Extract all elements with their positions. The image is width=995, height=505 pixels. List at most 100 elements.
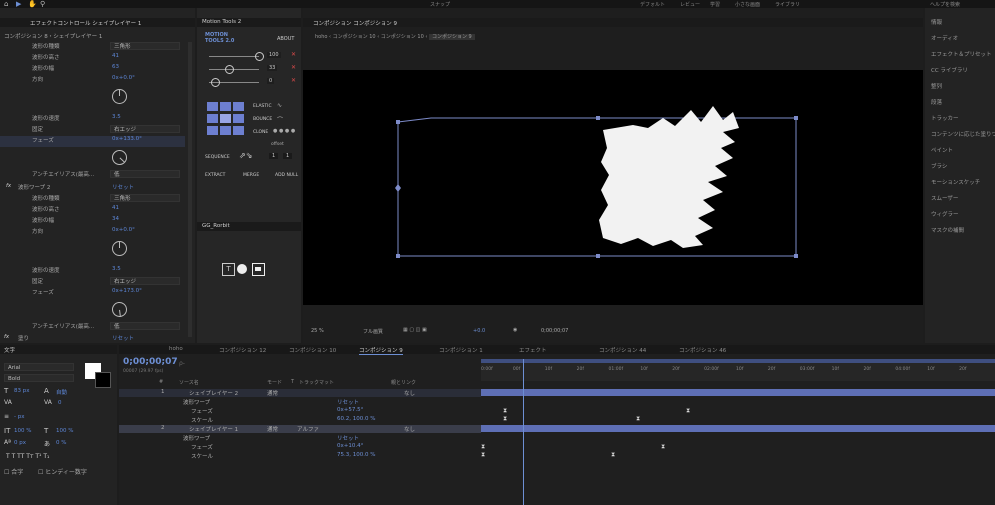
current-time-indicator[interactable] [523, 359, 524, 505]
snap-label[interactable]: スナップ [430, 1, 450, 8]
slider-close-icon[interactable]: ✕ [291, 77, 296, 84]
fx-title[interactable]: 波形ワープ 2 [18, 183, 50, 191]
about-button[interactable]: ABOUT [277, 36, 294, 42]
slider-track[interactable] [209, 69, 259, 70]
pinning-dropdown[interactable]: 右エッジ [110, 125, 180, 133]
fx-reset-link[interactable]: リセット [112, 183, 134, 191]
tab-effect-controls[interactable]: エフェクトコントロール シェイプレイヤー 1 [30, 19, 141, 27]
slider-handle[interactable] [225, 65, 234, 74]
workspace-tab-learn[interactable]: 学習 [710, 1, 720, 8]
panel-item-paragraph[interactable]: 段落 [931, 98, 942, 106]
help-search-input[interactable]: ヘルプを検索 [930, 1, 960, 8]
antialias-dropdown[interactable]: 低 [110, 170, 180, 178]
keyframe-marker[interactable]: ⧗ [481, 451, 485, 459]
phase-dial[interactable] [108, 146, 131, 169]
workspace-tab-library[interactable]: ライブラリ [775, 1, 800, 8]
elastic-button[interactable]: ELASTIC [253, 104, 272, 109]
anchor-button[interactable] [220, 102, 231, 111]
breadcrumb-item[interactable]: コンポジション 10 [381, 34, 424, 40]
layer-value[interactable]: リセット [337, 398, 359, 406]
layer-name[interactable]: シェイプレイヤー 1 [189, 425, 238, 433]
layer-value[interactable]: 0x+10.4° [337, 443, 363, 449]
anchor-button[interactable] [233, 126, 244, 135]
tab-gg-rorbit[interactable]: GG_Rorbit [202, 223, 230, 229]
prop-value[interactable]: 3.5 [112, 114, 121, 120]
hindi-digits-checkbox[interactable]: ☐ ヒンディー数字 [38, 467, 87, 476]
track-area[interactable]: ⧗ ⧗ ⧗ ⧗ ⧗ ⧗ ⧗ ⧗ [481, 359, 995, 505]
prop-value[interactable]: 34 [112, 216, 119, 222]
panel-item-info[interactable]: 情報 [931, 18, 942, 26]
prop-value[interactable]: 41 [112, 53, 119, 59]
time-ruler[interactable]: 0:00f 00f 10f 20f 01:00f 10f 20f 02:00f 10f 20f 03… [481, 359, 995, 381]
exposure-value[interactable]: +0.0 [473, 328, 485, 334]
panel-item-audio[interactable]: オーディオ [931, 34, 958, 42]
anchor-button[interactable] [207, 102, 218, 111]
anchor-button[interactable] [207, 126, 218, 135]
panel-item-mask-interpolation[interactable]: マスクの補間 [931, 226, 964, 234]
layer-value[interactable]: 60.2, 100.0 % [337, 416, 375, 422]
timeline-tab[interactable]: コンポジション 46 [679, 346, 726, 354]
keyframe-marker[interactable]: ⧗ [686, 407, 690, 415]
direction-dial[interactable] [112, 89, 127, 104]
tracking-value[interactable]: 0 [58, 400, 62, 406]
slider-track[interactable] [209, 56, 259, 57]
sequence-value[interactable]: 1 [283, 153, 293, 159]
timeline-tab-active[interactable]: コンポジション 9 [359, 346, 403, 355]
layer-value[interactable]: リセット [337, 434, 359, 442]
wave-type-dropdown[interactable]: 三角形 [110, 194, 180, 202]
timeline-tab[interactable]: コンポジション 12 [219, 346, 266, 354]
timeline-tab[interactable]: エフェクト [519, 346, 547, 354]
gg-rect-icon[interactable] [252, 263, 265, 276]
hand-icon[interactable]: ✋ [28, 0, 37, 8]
anchor-button[interactable] [220, 114, 231, 123]
breadcrumb-item[interactable]: コンポジション 10 [333, 34, 376, 40]
table-row[interactable]: 2 シェイプレイヤー 1 通常 アルファ なし [119, 425, 481, 433]
layer-search-input[interactable]: ρ- [179, 360, 185, 367]
breadcrumb-item[interactable]: コンポジション 9 [428, 34, 475, 40]
panel-item-effects-presets[interactable]: エフェクト＆プリセット [931, 50, 992, 58]
select-arrow-icon[interactable]: ▶ [16, 0, 21, 8]
stroke-color-swatch[interactable] [95, 372, 111, 388]
keyframe-marker[interactable]: ⧗ [503, 407, 507, 415]
layer-matte[interactable]: アルファ [297, 425, 319, 433]
layer-name[interactable]: 波形ワープ [183, 398, 210, 406]
panel-item-cc-libraries[interactable]: CC ライブラリ [931, 66, 968, 74]
slider-value[interactable]: 33 [267, 65, 278, 71]
fx-title[interactable]: 塗り [18, 334, 29, 342]
baseline-value[interactable]: 0 px [14, 440, 26, 446]
slider-value[interactable]: 0 [267, 78, 275, 84]
layer-name[interactable]: フェーズ [191, 407, 213, 415]
clone-button[interactable]: CLONE [253, 130, 268, 135]
prop-value[interactable]: 63 [112, 64, 119, 70]
slider-close-icon[interactable]: ✕ [291, 64, 296, 71]
slider-close-icon[interactable]: ✕ [291, 51, 296, 58]
prop-value[interactable]: 3.5 [112, 266, 121, 272]
workspace-tab-small[interactable]: 小さな画面 [735, 1, 760, 8]
leading-value[interactable]: 自動 [56, 388, 67, 396]
tab-motion-tools[interactable]: Motion Tools 2 [202, 19, 241, 25]
gg-text-icon[interactable]: T [222, 263, 235, 276]
layer-mode[interactable]: 通常 [267, 425, 278, 433]
current-timecode[interactable]: 0;00;00;07 [541, 328, 568, 334]
slider-value[interactable]: 100 [267, 52, 281, 58]
panel-item-align[interactable]: 整列 [931, 82, 942, 90]
extract-button[interactable]: EXTRACT [205, 173, 225, 178]
layer-value[interactable]: 0x+57.5° [337, 407, 363, 413]
prop-value[interactable]: 0x+0.0° [112, 75, 135, 81]
font-size-value[interactable]: 83 px [14, 388, 30, 394]
anchor-button[interactable] [233, 102, 244, 111]
panel-item-paint[interactable]: ペイント [931, 146, 953, 154]
workspace-tab-review[interactable]: レビュー [680, 1, 700, 8]
keyframe-marker[interactable]: ⧗ [481, 443, 485, 451]
workspace-tab-default[interactable]: デフォルト [640, 1, 665, 8]
fx-reset-link[interactable]: リセット [112, 334, 134, 342]
breadcrumb-item[interactable]: hoho [315, 34, 327, 40]
sequence-value[interactable]: 1 [269, 153, 279, 159]
font-style-dropdown[interactable]: Bold [4, 374, 74, 382]
home-icon[interactable]: ⌂ [4, 0, 8, 8]
panel-item-smoother[interactable]: スムーザー [931, 194, 958, 202]
antialias-dropdown[interactable]: 低 [110, 322, 180, 330]
composition-canvas[interactable] [303, 70, 923, 305]
layer-name[interactable]: スケール [191, 416, 213, 424]
horizontal-scale-value[interactable]: 100 % [56, 428, 73, 434]
